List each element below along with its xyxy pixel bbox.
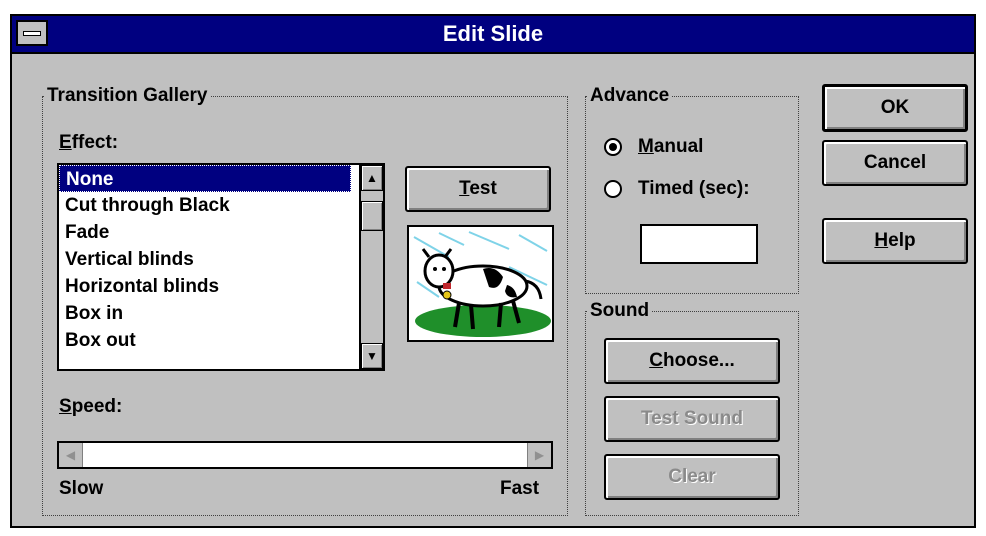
choose-sound-button[interactable]: Choose... bbox=[604, 338, 780, 384]
list-item-effect[interactable]: Box in bbox=[59, 300, 351, 327]
manual-label[interactable]: Manual bbox=[638, 136, 703, 158]
transition-preview-image bbox=[407, 225, 554, 342]
arrow-left-icon[interactable]: ◀ bbox=[59, 443, 83, 467]
choose-sound-label: Choose... bbox=[649, 350, 735, 371]
list-item-effect[interactable]: Box out bbox=[59, 327, 351, 354]
effect-listbox[interactable]: None Cut through Black Fade Vertical bli… bbox=[57, 163, 385, 371]
advance-legend: Advance bbox=[588, 85, 672, 107]
speed-max-label: Fast bbox=[500, 478, 540, 499]
test-button-label: Test bbox=[459, 178, 497, 199]
speed-min-label: Slow bbox=[59, 478, 104, 499]
ok-button-label: OK bbox=[880, 97, 910, 118]
test-button[interactable]: Test bbox=[405, 166, 551, 212]
speed-label: Speed: bbox=[59, 396, 123, 417]
help-button[interactable]: Help bbox=[822, 218, 968, 264]
cow-illustration bbox=[409, 227, 552, 340]
title-bar: Edit Slide bbox=[12, 16, 974, 54]
list-item-effect[interactable]: Fade bbox=[59, 219, 351, 246]
test-sound-label: Test Sound bbox=[640, 408, 744, 429]
timed-seconds-input[interactable] bbox=[640, 224, 758, 264]
scroll-thumb[interactable] bbox=[361, 201, 383, 231]
help-button-label: Help bbox=[874, 230, 916, 251]
cancel-button[interactable]: Cancel bbox=[822, 140, 968, 186]
manual-radio[interactable] bbox=[604, 138, 622, 156]
effect-list: None Cut through Black Fade Vertical bli… bbox=[59, 165, 351, 369]
arrow-down-icon[interactable]: ▼ bbox=[361, 343, 383, 369]
effect-list-scrollbar[interactable]: ▲ ▼ bbox=[359, 165, 383, 369]
dialog-title: Edit Slide bbox=[442, 21, 544, 46]
clear-sound-label: Clear bbox=[668, 466, 716, 487]
clear-sound-button[interactable]: Clear bbox=[604, 454, 780, 500]
list-item-effect[interactable]: Vertical blinds bbox=[59, 246, 351, 273]
timed-label[interactable]: Timed (sec): bbox=[638, 178, 750, 200]
manual-label-text: anual bbox=[653, 136, 704, 157]
arrow-right-icon[interactable]: ▶ bbox=[527, 443, 551, 467]
sound-legend: Sound bbox=[588, 300, 652, 322]
ok-button[interactable]: OK bbox=[822, 84, 968, 132]
arrow-up-icon[interactable]: ▲ bbox=[361, 165, 383, 191]
cancel-button-label: Cancel bbox=[863, 152, 927, 173]
list-item-effect[interactable]: Cut through Black bbox=[59, 192, 351, 219]
timed-radio[interactable] bbox=[604, 180, 622, 198]
speed-slider[interactable]: ◀ ▶ bbox=[57, 441, 553, 469]
list-item-effect[interactable]: Horizontal blinds bbox=[59, 273, 351, 300]
edit-slide-dialog: Edit Slide Transition Gallery Effect: No… bbox=[10, 14, 976, 528]
effect-label: Effect: bbox=[59, 132, 119, 153]
list-item-effect[interactable]: None bbox=[59, 165, 351, 192]
test-sound-button[interactable]: Test Sound bbox=[604, 396, 780, 442]
transition-gallery-legend: Transition Gallery bbox=[45, 85, 210, 107]
